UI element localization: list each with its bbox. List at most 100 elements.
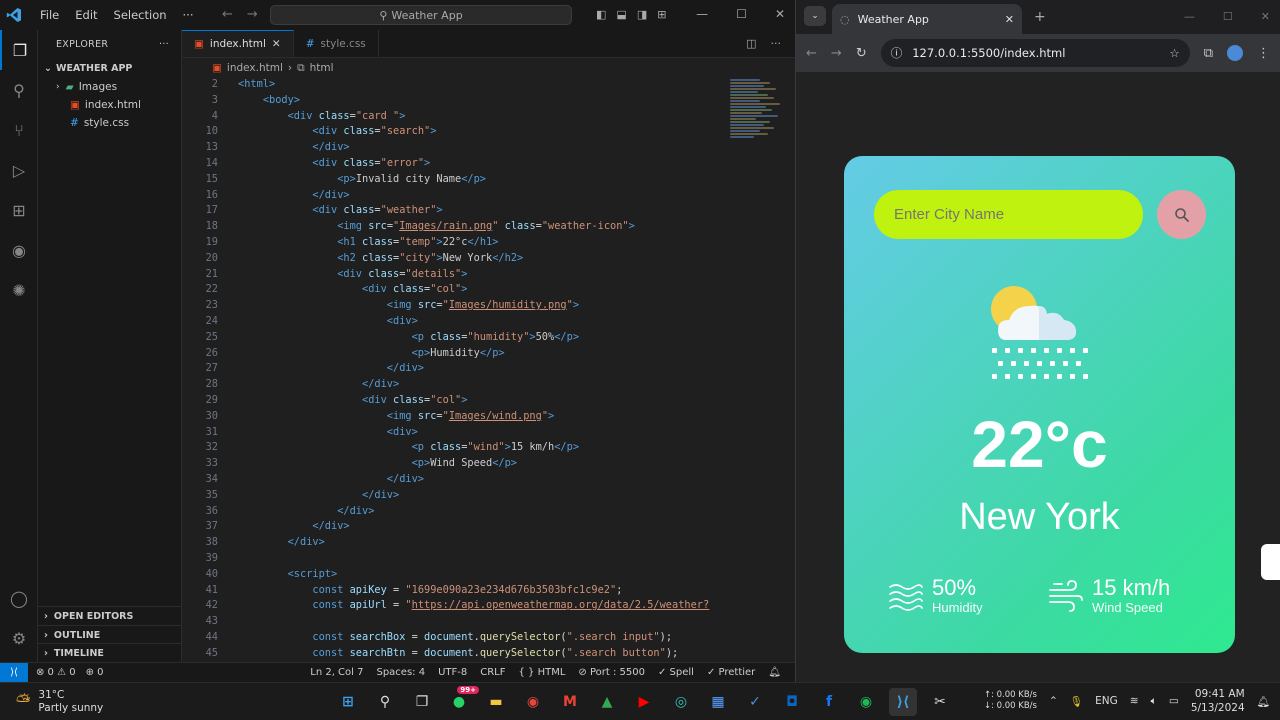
minimize-icon[interactable]: — <box>1184 10 1195 23</box>
command-center[interactable]: ⚲ Weather App <box>270 5 572 25</box>
forward-arrow-icon[interactable]: → <box>247 7 272 22</box>
toggle-sidebar-icon[interactable]: ◧ <box>596 8 606 21</box>
menu-edit[interactable]: Edit <box>67 8 105 22</box>
bell-icon[interactable]: 🔔︎ <box>768 667 781 678</box>
close-icon[interactable]: ✕ <box>1261 10 1270 23</box>
back-arrow-icon[interactable]: ← <box>806 46 817 61</box>
more-actions-icon[interactable]: ··· <box>159 39 169 50</box>
code-line[interactable]: 14 <div class="error"> <box>182 157 727 173</box>
code-line[interactable]: 17 <div class="weather"> <box>182 204 727 220</box>
code-line[interactable]: 41 const apiKey = "1699e090a23e234d676b3… <box>182 584 727 600</box>
toggle-secondary-sidebar-icon[interactable]: ◨ <box>637 8 647 21</box>
edge-icon[interactable]: ◎ <box>667 688 695 716</box>
whatsapp-icon[interactable]: ● 99+ <box>445 686 479 716</box>
search-icon[interactable]: ⚲ <box>0 70 38 110</box>
remote-indicator-icon[interactable]: ⟩⟨ <box>0 662 28 683</box>
code-line[interactable]: 42 const apiUrl = "https://api.openweath… <box>182 599 727 615</box>
code-line[interactable]: 32 <p class="wind">15 km/h</p> <box>182 441 727 457</box>
source-control-icon[interactable]: ⑂ <box>0 110 38 150</box>
todo-icon[interactable]: ✓ <box>741 688 769 716</box>
code-line[interactable]: 30 <img src="Images/wind.png"> <box>182 410 727 426</box>
calendar-icon[interactable]: ▦ <box>704 688 732 716</box>
account-icon[interactable]: ◯ <box>0 578 38 618</box>
code-line[interactable]: 3 <body> <box>182 94 727 110</box>
code-line[interactable]: 18 <img src="Images/rain.png" class="wea… <box>182 220 727 236</box>
timeline-section[interactable]: › TIMELINE <box>38 643 182 662</box>
breadcrumb-symbol[interactable]: html <box>310 62 334 74</box>
close-icon[interactable]: ✕ <box>775 7 785 21</box>
code-line[interactable]: 21 <div class="details"> <box>182 268 727 284</box>
code-line[interactable]: 45 const searchBtn = document.querySelec… <box>182 647 727 662</box>
indentation[interactable]: Spaces: 4 <box>376 667 425 678</box>
browser-tab[interactable]: ◌ Weather App ✕ <box>832 4 1022 34</box>
code-line[interactable]: 38 </div> <box>182 536 727 552</box>
spell-check[interactable]: ✓ Spell <box>658 667 694 678</box>
battery-icon[interactable]: ▭ <box>1169 695 1179 707</box>
workspace-folder[interactable]: ⌄ WEATHER APP <box>38 58 181 78</box>
live-server-port[interactable]: ⊘ Port : 5500 <box>578 667 645 678</box>
code-line[interactable]: 37 </div> <box>182 520 727 536</box>
tree-item-style-css[interactable]: # style.css <box>38 114 181 132</box>
language-indicator[interactable]: ENG <box>1095 695 1118 707</box>
close-tab-icon[interactable]: ✕ <box>1005 13 1014 26</box>
forward-arrow-icon[interactable]: → <box>831 46 842 61</box>
profile-avatar[interactable] <box>1227 45 1243 61</box>
customize-layout-icon[interactable]: ⊞ <box>657 8 666 21</box>
search-button[interactable] <box>1157 190 1206 239</box>
cursor-position[interactable]: Ln 2, Col 7 <box>310 667 363 678</box>
maximize-icon[interactable]: ☐ <box>1223 10 1233 23</box>
code-line[interactable]: 15 <p>Invalid city Name</p> <box>182 173 727 189</box>
remote-icon[interactable]: ◉ <box>0 230 38 270</box>
code-line[interactable]: 2 <html> <box>182 78 727 94</box>
file-explorer-icon[interactable]: ▬ <box>482 688 510 716</box>
close-tab-icon[interactable]: ✕ <box>272 38 281 50</box>
code-line[interactable]: 26 <p>Humidity</p> <box>182 347 727 363</box>
notifications-icon[interactable]: 🔔︎ <box>1257 695 1270 708</box>
task-view-icon[interactable]: ❐ <box>408 688 436 716</box>
code-line[interactable]: 31 <div> <box>182 426 727 442</box>
encoding[interactable]: UTF-8 <box>438 667 467 678</box>
code-line[interactable]: 24 <div> <box>182 315 727 331</box>
code-line[interactable]: 33 <p>Wind Speed</p> <box>182 457 727 473</box>
code-line[interactable]: 27 </div> <box>182 362 727 378</box>
vscode-taskbar-icon[interactable]: ⟩⟨ <box>889 688 917 716</box>
code-line[interactable]: 43 <box>182 615 727 631</box>
youtube-icon[interactable]: ▶ <box>630 688 658 716</box>
menu-more[interactable]: ··· <box>175 8 202 22</box>
bookmark-star-icon[interactable]: ☆ <box>1169 46 1179 60</box>
problems-indicator[interactable]: ⊗ 0 ⚠ 0 <box>36 667 76 678</box>
menu-selection[interactable]: Selection <box>106 8 175 22</box>
tab-index-html[interactable]: ▣ index.html ✕ <box>182 30 294 57</box>
new-tab-icon[interactable]: + <box>1034 9 1046 25</box>
code-line[interactable]: 23 <img src="Images/humidity.png"> <box>182 299 727 315</box>
reload-icon[interactable]: ↻ <box>856 46 867 61</box>
language-mode[interactable]: { } HTML <box>519 667 566 678</box>
outline-section[interactable]: › OUTLINE <box>38 625 182 644</box>
facebook-icon[interactable]: f <box>815 688 843 716</box>
code-line[interactable]: 10 <div class="search"> <box>182 125 727 141</box>
tab-search-icon[interactable]: ⌄ <box>804 6 826 26</box>
minimap[interactable] <box>730 78 788 208</box>
code-line[interactable]: 34 </div> <box>182 473 727 489</box>
maximize-icon[interactable]: ☐ <box>736 7 747 21</box>
outlook-icon[interactable]: ◘ <box>778 688 806 716</box>
chrome-icon[interactable]: ◉ <box>519 688 547 716</box>
code-line[interactable]: 39 <box>182 552 727 568</box>
code-line[interactable]: 16 </div> <box>182 189 727 205</box>
back-arrow-icon[interactable]: ← <box>222 7 247 22</box>
gmail-icon[interactable]: M <box>556 688 584 716</box>
line-endings[interactable]: CRLF <box>480 667 505 678</box>
code-line[interactable]: 13 </div> <box>182 141 727 157</box>
run-debug-icon[interactable]: ▷ <box>0 150 38 190</box>
code-line[interactable]: 25 <p class="humidity">50%</p> <box>182 331 727 347</box>
code-line[interactable]: 4 <div class="card "> <box>182 110 727 126</box>
breadcrumb-file[interactable]: index.html <box>227 62 283 74</box>
menu-kebab-icon[interactable]: ⋮ <box>1257 46 1270 61</box>
windows-start-icon[interactable]: ⊞ <box>334 688 362 716</box>
tab-style-css[interactable]: # style.css <box>294 30 379 57</box>
ports-indicator[interactable]: ⊕ 0 <box>86 667 104 678</box>
search-icon[interactable]: ⚲ <box>371 688 399 716</box>
nav-arrows[interactable]: ←→ <box>222 7 272 22</box>
code-line[interactable]: 19 <h1 class="temp">22°c</h1> <box>182 236 727 252</box>
code-line[interactable]: 22 <div class="col"> <box>182 283 727 299</box>
